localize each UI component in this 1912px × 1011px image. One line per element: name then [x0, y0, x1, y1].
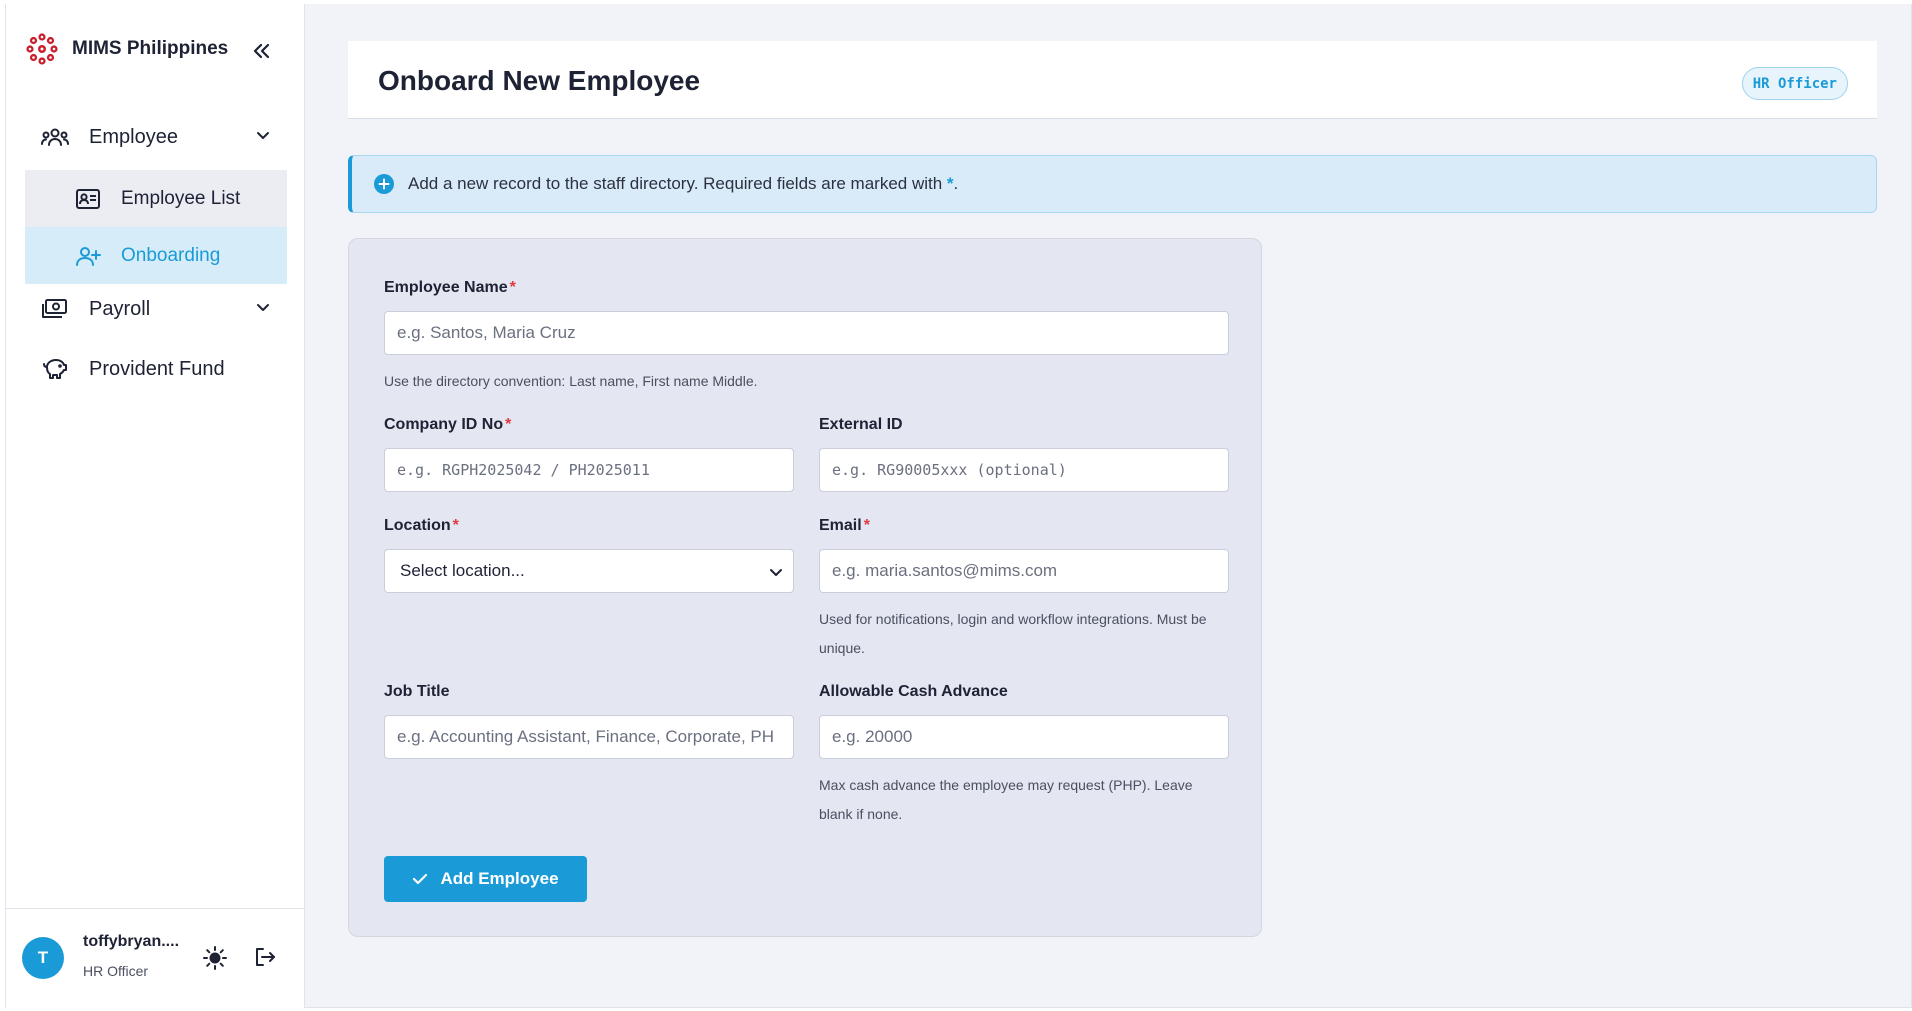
- logout-button[interactable]: [253, 945, 279, 971]
- label-text: External ID: [819, 416, 903, 433]
- add-employee-button[interactable]: Add Employee: [384, 856, 587, 902]
- user-panel: T toffybryan.... HR Officer: [6, 908, 304, 1008]
- brand-name: MIMS Philippines: [72, 38, 229, 59]
- onboard-form: Employee Name* Use the directory convent…: [348, 238, 1262, 937]
- location-field: Location * Select location...: [384, 517, 794, 593]
- user-name: toffybryan....: [83, 933, 180, 950]
- field-hint: Use the directory convention: Last name,…: [384, 373, 758, 389]
- sun-icon: [203, 946, 227, 970]
- brand[interactable]: MIMS Philippines: [25, 32, 228, 66]
- theme-toggle-button[interactable]: [202, 945, 228, 971]
- check-icon: [413, 873, 428, 885]
- field-label: Job Title: [384, 683, 794, 703]
- required-star: *: [863, 517, 870, 534]
- field-hint: Max cash advance the employee may reques…: [819, 777, 1193, 822]
- page-title: Onboard New Employee: [378, 65, 701, 96]
- field-label: Allowable Cash Advance: [819, 683, 1229, 703]
- field-label: Email *: [819, 517, 1229, 537]
- collapse-sidebar-button[interactable]: [246, 36, 276, 66]
- page-header: Onboard New Employee HR Officer: [348, 41, 1877, 119]
- id-card-icon: [76, 188, 100, 209]
- info-banner-text: Add a new record to the staff directory.…: [408, 174, 958, 194]
- flower-logo-icon: [26, 33, 58, 65]
- required-star: *: [452, 517, 459, 534]
- plus-circle-icon: [374, 174, 394, 194]
- field-label: External ID: [819, 416, 1229, 436]
- field-label: Employee Name *: [384, 279, 1229, 299]
- label-text: Email: [819, 517, 862, 534]
- sidebar-item-onboarding[interactable]: Onboarding: [25, 227, 287, 284]
- required-star: *: [509, 279, 516, 296]
- job-title-field: Job Title: [384, 683, 794, 759]
- cash-advance-field: Allowable Cash Advance Max cash advance …: [819, 683, 1229, 829]
- banner-end: .: [953, 174, 959, 193]
- job-title-input[interactable]: [384, 715, 794, 759]
- employee-name-input[interactable]: [384, 311, 1229, 355]
- label-text: Company ID No: [384, 416, 504, 433]
- user-role: HR Officer: [83, 963, 149, 979]
- required-star: *: [505, 416, 512, 433]
- sidebar-item-employee[interactable]: Employee: [25, 112, 287, 162]
- banner-text: Add a new record to the staff directory.…: [408, 174, 947, 193]
- location-select[interactable]: Select location...: [384, 549, 794, 593]
- main-content: Onboard New Employee HR Officer Add a ne…: [305, 4, 1912, 1008]
- company-id-field: Company ID No *: [384, 416, 794, 492]
- sidebar-item-label: Employee: [89, 125, 178, 148]
- employee-submenu: Employee List Onboarding: [25, 170, 287, 284]
- label-text: Employee Name: [384, 279, 508, 296]
- cash-advance-input[interactable]: [819, 715, 1229, 759]
- add-employee-label: Add Employee: [440, 869, 559, 888]
- field-label: Company ID No *: [384, 416, 794, 436]
- sidebar-item-payroll[interactable]: Payroll: [25, 284, 287, 334]
- avatar[interactable]: T: [22, 937, 64, 979]
- chevron-down-icon: [257, 304, 269, 311]
- label-text: Allowable Cash Advance: [819, 683, 1008, 700]
- location-selected-value: Select location...: [400, 561, 525, 580]
- sidebar-item-provident-fund[interactable]: Provident Fund: [25, 344, 287, 394]
- email-field: Email* Used for notifications, login and…: [819, 517, 1229, 663]
- external-id-field: External ID: [819, 416, 1229, 492]
- sidebar-item-label: Payroll: [89, 297, 151, 320]
- required-star: *: [946, 174, 954, 193]
- company-id-input[interactable]: [384, 448, 794, 492]
- sidebar-nav: Employee Employee List Onboarding Payrol…: [25, 112, 287, 394]
- chevron-down-icon: [770, 569, 782, 576]
- external-id-input[interactable]: [819, 448, 1229, 492]
- app-root: MIMS Philippines Employee Employee List …: [5, 4, 1912, 1008]
- user-plus-icon: [76, 246, 101, 266]
- sidebar-item-label: Employee List: [121, 187, 241, 209]
- label-text: Location: [384, 517, 451, 534]
- label-text: Job Title: [384, 683, 450, 700]
- sidebar-item-employee-list[interactable]: Employee List: [25, 170, 287, 227]
- sidebar-item-label: Onboarding: [121, 244, 221, 266]
- field-hint: Used for notifications, login and workfl…: [819, 611, 1207, 656]
- chevron-down-icon: [257, 132, 269, 139]
- role-badge: HR Officer: [1741, 67, 1848, 100]
- employee-name-field: Employee Name* Use the directory convent…: [384, 279, 1229, 396]
- email-input[interactable]: [819, 549, 1229, 593]
- users-icon: [41, 123, 69, 151]
- sidebar-item-label: Provident Fund: [89, 357, 225, 380]
- sidebar: MIMS Philippines Employee Employee List …: [5, 4, 305, 1008]
- field-label: Location *: [384, 517, 794, 537]
- double-chevron-left-icon: [253, 43, 270, 59]
- cash-icon: [41, 295, 69, 323]
- logout-icon: [256, 948, 275, 966]
- piggy-bank-icon: [41, 355, 69, 383]
- info-banner: Add a new record to the staff directory.…: [348, 155, 1877, 213]
